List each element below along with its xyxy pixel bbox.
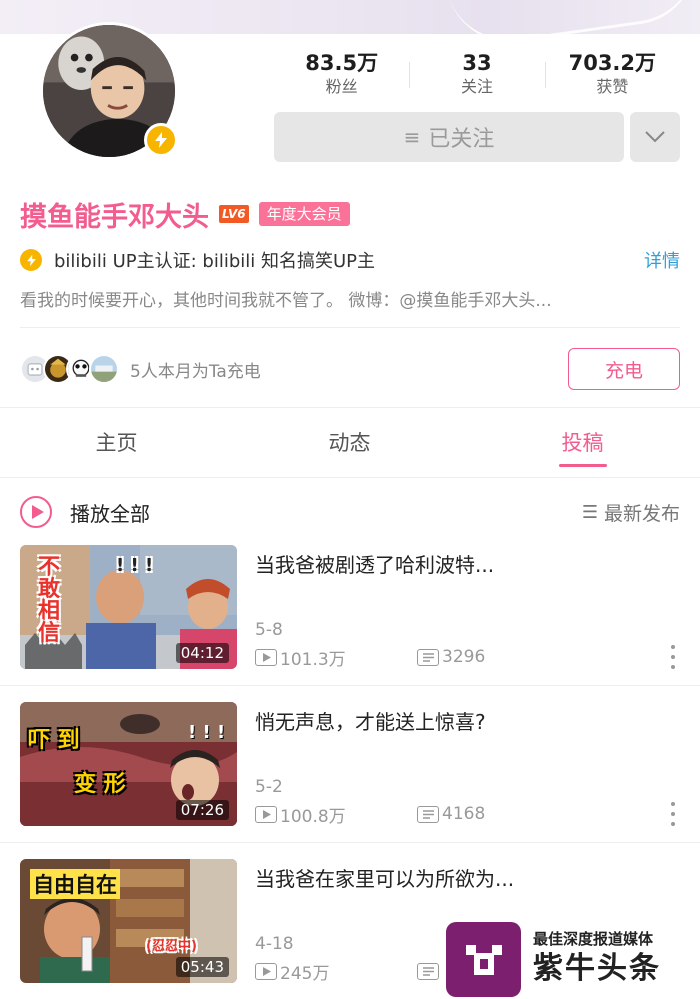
followed-label: 已关注	[428, 127, 495, 152]
verification-text: bilibili UP主认证: bilibili 知名搞笑UP主	[54, 251, 376, 272]
divider	[0, 477, 700, 478]
danmaku-icon	[417, 962, 439, 980]
video-duration: 04:12	[175, 643, 229, 663]
divider	[0, 842, 700, 843]
view-count: 100.8万	[255, 802, 417, 827]
video-item[interactable]: 吓 到 变 形 ! ! ! 07:26 悄无声息，才能送上惊喜? 5-2 100…	[20, 702, 680, 827]
stat-label: 粉丝	[325, 77, 358, 96]
chevron-down-icon	[645, 131, 665, 143]
video-date: 5-8	[255, 620, 283, 640]
video-thumbnail[interactable]: 自由自在 (忍忍中) 05:43	[20, 859, 237, 983]
stat-value: 703.2万	[568, 51, 657, 75]
video-meta: 101.3万 3296	[255, 645, 485, 670]
tab-home[interactable]: 主页	[0, 415, 233, 471]
thumbnail-subcaption: (忍忍中)	[146, 939, 197, 954]
stat-label: 获赞	[596, 77, 629, 96]
watermark-tagline: 最佳深度报道媒体	[533, 930, 654, 948]
user-bio[interactable]: 看我的时候要开心，其他时间我就不管了。 微博：@摸鱼能手邓大头...	[20, 286, 680, 314]
menu-icon: ≡	[403, 125, 421, 149]
details-link[interactable]: 详情	[644, 247, 680, 273]
stat-followers[interactable]: 83.5万 粉丝	[274, 50, 409, 100]
play-icon[interactable]	[20, 496, 52, 528]
danmaku-icon	[417, 648, 439, 666]
video-duration: 05:43	[175, 957, 229, 977]
tab-uploads[interactable]: 投稿	[466, 415, 699, 471]
play-count-icon	[255, 805, 277, 823]
sort-control[interactable]: ☰ 最新发布	[582, 499, 680, 526]
thumbnail-exclamation: ! ! !	[116, 555, 154, 576]
level-badge: LV6	[219, 205, 249, 223]
stat-label: 关注	[460, 77, 493, 96]
name-row: 摸鱼能手邓大头 LV6 年度大会员	[20, 194, 350, 234]
play-count-icon	[255, 648, 277, 666]
watermark-logo-icon	[446, 921, 521, 997]
user-name: 摸鱼能手邓大头	[20, 201, 209, 233]
tab-dynamics[interactable]: 动态	[233, 415, 466, 471]
video-meta: 100.8万 4168	[255, 802, 485, 827]
more-options-icon[interactable]	[668, 645, 678, 669]
danmaku-icon	[417, 805, 439, 823]
vip-badge[interactable]: 年度大会员	[258, 202, 350, 226]
stat-likes[interactable]: 703.2万 获赞	[544, 50, 680, 100]
video-date: 4-18	[255, 934, 294, 954]
stat-value: 33	[462, 51, 492, 75]
divider	[0, 685, 700, 686]
charge-count-text: 5人本月为Ta充电	[130, 361, 261, 382]
more-options-icon[interactable]	[668, 802, 678, 826]
view-count: 245万	[255, 959, 417, 984]
thumbnail-caption: 吓 到 变 形	[28, 728, 126, 797]
danmaku-count	[417, 962, 442, 980]
play-count-icon	[255, 962, 277, 980]
thumbnail-caption: 不 敢 相 信	[38, 555, 61, 646]
video-thumbnail[interactable]: 不 敢 相 信 ! ! ! 04:12	[20, 545, 237, 669]
danmaku-count: 3296	[417, 647, 485, 667]
watermark: 最佳深度报道媒体 紫牛头条	[446, 919, 700, 999]
video-item[interactable]: 不 敢 相 信 ! ! ! 04:12 当我爸被剧透了哈利波特... 5-8 1…	[20, 545, 680, 670]
stats-bar: 83.5万 粉丝 33 关注 703.2万 获赞	[274, 50, 680, 100]
play-all-button[interactable]: 播放全部	[70, 498, 582, 527]
charge-button[interactable]: 充电	[568, 348, 680, 390]
stat-value: 83.5万	[305, 51, 379, 75]
supporter-avatar	[89, 354, 119, 384]
followed-button[interactable]: ≡ 已关注	[274, 112, 624, 162]
profile-tabs: 主页 动态 投稿	[0, 415, 700, 471]
video-meta: 245万	[255, 959, 442, 984]
danmaku-count: 4168	[417, 804, 485, 824]
video-title[interactable]: 当我爸在家里可以为所欲为...	[255, 863, 514, 892]
video-title[interactable]: 当我爸被剧透了哈利波特...	[255, 549, 494, 578]
divider	[0, 407, 700, 408]
divider	[20, 327, 680, 328]
verification-row: bilibili UP主认证: bilibili 知名搞笑UP主 详情	[20, 246, 680, 274]
sort-label: 最新发布	[603, 502, 680, 525]
verified-bolt-icon	[20, 249, 42, 271]
thumbnail-caption: 自由自在	[30, 869, 120, 899]
verified-bolt-icon	[144, 123, 178, 157]
video-date: 5-2	[255, 777, 283, 797]
play-all-row: 播放全部 ☰ 最新发布	[20, 492, 680, 532]
stat-following[interactable]: 33 关注	[409, 50, 544, 100]
supporter-avatars[interactable]	[20, 354, 119, 384]
follow-options-button[interactable]	[630, 112, 680, 162]
view-count: 101.3万	[255, 645, 417, 670]
charge-row: 5人本月为Ta充电 充电	[20, 348, 680, 390]
list-icon: ☰	[581, 501, 598, 523]
video-duration: 07:26	[175, 800, 229, 820]
watermark-brand: 紫牛头条	[533, 951, 661, 986]
thumbnail-exclamation: ! ! !	[188, 722, 226, 743]
video-thumbnail[interactable]: 吓 到 变 形 ! ! ! 07:26	[20, 702, 237, 826]
video-title[interactable]: 悄无声息，才能送上惊喜?	[255, 706, 486, 735]
